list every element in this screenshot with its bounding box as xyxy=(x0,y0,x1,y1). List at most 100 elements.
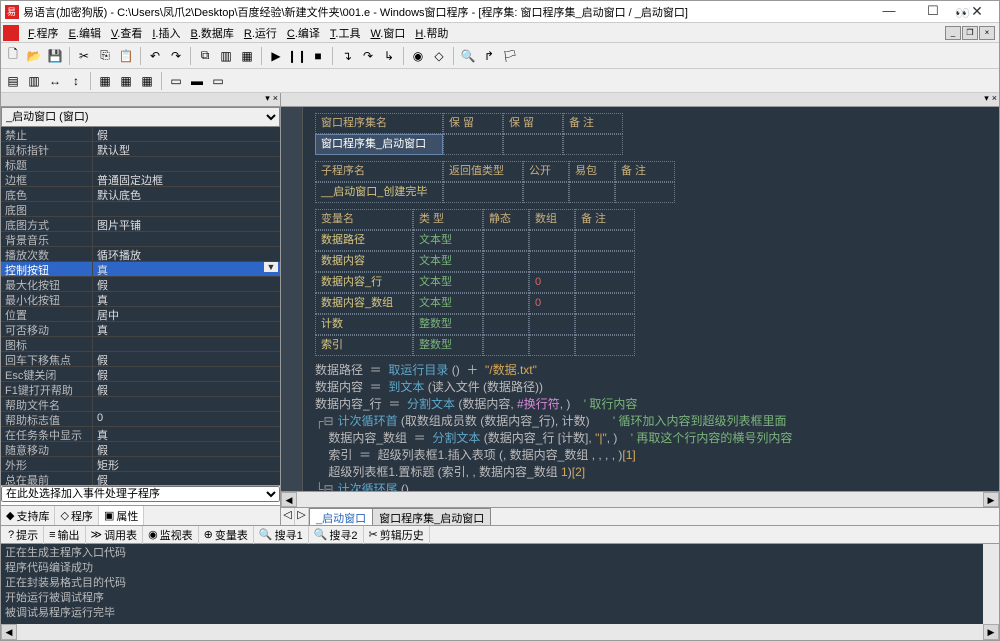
var-name-cell[interactable]: 数据内容 xyxy=(315,251,413,272)
prop-value[interactable]: 图片平铺 xyxy=(93,217,280,231)
prop-value[interactable] xyxy=(93,397,280,411)
prop-value[interactable] xyxy=(93,157,280,171)
mdi-restore-button[interactable]: ❐ xyxy=(962,26,978,40)
bottom-tab[interactable]: ≫调用表 xyxy=(86,526,144,544)
bottom-tab[interactable]: ≡输出 xyxy=(44,526,85,544)
expand-icon[interactable]: ↔ xyxy=(45,71,65,91)
assembly-name-cell[interactable]: 窗口程序集_启动窗口 xyxy=(315,134,443,155)
bottom-tab[interactable]: 🔍搜寻1 xyxy=(254,526,309,544)
align-left-icon[interactable]: ▤ xyxy=(3,71,23,91)
prop-row[interactable]: 播放次数循环播放 xyxy=(1,247,280,262)
tab-next-icon[interactable]: ▷ xyxy=(295,508,309,525)
prop-value[interactable]: 居中 xyxy=(93,307,280,321)
prop-row[interactable]: 最大化按钮假 xyxy=(1,277,280,292)
prop-value[interactable]: 真 xyxy=(93,262,280,276)
back-icon[interactable]: ▭ xyxy=(208,71,228,91)
prop-value[interactable]: 假 xyxy=(93,472,280,485)
breakpoint-icon[interactable]: ◉ xyxy=(408,46,428,66)
menu-i[interactable]: I.插入 xyxy=(147,23,185,43)
new-icon[interactable]: 🗋 xyxy=(3,46,23,66)
prop-row[interactable]: 帮助文件名 xyxy=(1,397,280,412)
copy-icon[interactable]: ⎘ xyxy=(95,46,115,66)
undo-icon[interactable]: ↶ xyxy=(145,46,165,66)
tool-icon[interactable]: 🏳 xyxy=(500,46,520,66)
grid1-icon[interactable]: ▦ xyxy=(95,71,115,91)
var-name-cell[interactable]: 数据路径 xyxy=(315,230,413,251)
pause-icon[interactable]: ❙❙ xyxy=(287,46,307,66)
code-line[interactable]: 数据路径 ＝ 取运行目录 () ＋ "/数据.txt" xyxy=(315,362,991,379)
prop-row[interactable]: 鼠标指针默认型 xyxy=(1,142,280,157)
output-content[interactable]: 👀 正在生成主程序入口代码程序代码编译成功正在封装易格式目的代码开始运行被调试程… xyxy=(1,544,983,624)
maximize-button[interactable]: ☐ xyxy=(911,1,955,23)
menu-e[interactable]: E.编辑 xyxy=(64,23,106,43)
prop-row[interactable]: 最小化按钮真 xyxy=(1,292,280,307)
mdi-close-button[interactable]: × xyxy=(979,26,995,40)
code-line[interactable]: 数据内容_数组 ＝ 分割文本 (数据内容_行 [计数], "|", ) ' 再取… xyxy=(315,430,991,447)
menu-f[interactable]: F.程序 xyxy=(23,23,64,43)
out-scroll-left[interactable]: ◀ xyxy=(1,624,17,640)
prop-value[interactable] xyxy=(93,337,280,351)
prop-value[interactable]: 假 xyxy=(93,367,280,381)
code-panel-close-icon[interactable]: × xyxy=(992,93,997,106)
stop-icon[interactable]: ■ xyxy=(308,46,328,66)
prop-row[interactable]: 位置居中 xyxy=(1,307,280,322)
bottom-tab[interactable]: ✂剪辑历史 xyxy=(364,526,430,544)
step-into-icon[interactable]: ↴ xyxy=(337,46,357,66)
menu-w[interactable]: W.窗口 xyxy=(365,23,410,43)
prop-row[interactable]: 随意移动假 xyxy=(1,442,280,457)
out-scroll-track[interactable] xyxy=(17,624,983,640)
prop-value[interactable]: 假 xyxy=(93,352,280,366)
prop-value[interactable]: 矩形 xyxy=(93,457,280,471)
var-type-cell[interactable]: 整数型 xyxy=(413,335,483,356)
prop-row[interactable]: 图标 xyxy=(1,337,280,352)
prop-value[interactable]: 0 xyxy=(93,412,280,426)
prop-row[interactable]: 边框普通固定边框 xyxy=(1,172,280,187)
output-v-scroll[interactable] xyxy=(983,544,999,624)
layer-icon[interactable]: ▭ xyxy=(166,71,186,91)
var-name-cell[interactable]: 计数 xyxy=(315,314,413,335)
run-icon[interactable]: ▶ xyxy=(266,46,286,66)
split-icon[interactable]: ▥ xyxy=(216,46,236,66)
menu-h[interactable]: H.帮助 xyxy=(410,23,453,43)
step-over-icon[interactable]: ↷ xyxy=(358,46,378,66)
bottom-tab[interactable]: 🔍搜寻2 xyxy=(309,526,364,544)
prop-value[interactable]: 假 xyxy=(93,127,280,141)
var-type-cell[interactable]: 整数型 xyxy=(413,314,483,335)
panel-menu-icon[interactable]: ▾ xyxy=(265,93,270,106)
scroll-left-button[interactable]: ◀ xyxy=(281,492,297,507)
code-line[interactable]: ┌⊟计次循环首 (取数组成员数 (数据内容_行), 计数) ' 循环加入内容到超… xyxy=(315,413,991,430)
prop-row[interactable]: F1键打开帮助假 xyxy=(1,382,280,397)
prop-value[interactable]: 默认底色 xyxy=(93,187,280,201)
prop-row[interactable]: 控制按钮真 xyxy=(1,262,280,277)
prop-value[interactable]: 真 xyxy=(93,292,280,306)
prop-row[interactable]: 外形矩形 xyxy=(1,457,280,472)
prop-value[interactable]: 假 xyxy=(93,277,280,291)
save-icon[interactable]: 💾 xyxy=(45,46,65,66)
prop-row[interactable]: 背景音乐 xyxy=(1,232,280,247)
panel-close-icon[interactable]: × xyxy=(273,93,278,106)
open-icon[interactable]: 📂 xyxy=(24,46,44,66)
prop-row[interactable]: 帮助标志值0 xyxy=(1,412,280,427)
prop-value[interactable] xyxy=(93,202,280,216)
menu-v[interactable]: V.查看 xyxy=(106,23,147,43)
menu-r[interactable]: R.运行 xyxy=(239,23,282,43)
property-grid[interactable]: 禁止假鼠标指针默认型标题边框普通固定边框底色默认底色底图底图方式图片平铺背景音乐… xyxy=(1,127,280,485)
tab-prev-icon[interactable]: ◁ xyxy=(281,508,295,525)
collapse-icon[interactable]: ↕ xyxy=(66,71,86,91)
var-name-cell[interactable]: 数据内容_数组 xyxy=(315,293,413,314)
menu-b[interactable]: B.数据库 xyxy=(185,23,238,43)
prop-row[interactable]: 可否移动真 xyxy=(1,322,280,337)
code-line[interactable]: 数据内容 ＝ 到文本 (读入文件 (数据路径)) xyxy=(315,379,991,396)
prop-row[interactable]: 禁止假 xyxy=(1,127,280,142)
var-name-cell[interactable]: 数据内容_行 xyxy=(315,272,413,293)
align-right-icon[interactable]: ▥ xyxy=(24,71,44,91)
left-tab[interactable]: ◇程序 xyxy=(55,506,98,525)
event-selector[interactable]: 在此处选择加入事件处理子程序 xyxy=(1,486,280,502)
bottom-tab[interactable]: ?提示 xyxy=(3,526,44,544)
menu-t[interactable]: T.工具 xyxy=(325,23,366,43)
out-scroll-right[interactable]: ▶ xyxy=(983,624,999,640)
bookmark-icon[interactable]: ◇ xyxy=(429,46,449,66)
prop-row[interactable]: 底色默认底色 xyxy=(1,187,280,202)
menu-c[interactable]: C.编译 xyxy=(282,23,325,43)
code-tab[interactable]: _启动窗口 xyxy=(309,508,373,525)
